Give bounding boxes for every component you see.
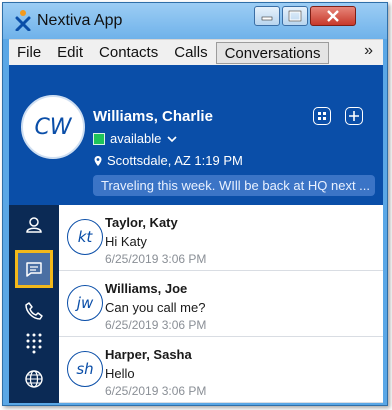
sidebar-item-conversations[interactable] [15,250,53,288]
building-button[interactable] [313,107,331,125]
contact-name: Williams, Charlie [93,108,213,125]
calls-icon [25,302,43,320]
sidebar-item-dialpad[interactable] [18,327,50,359]
location-text: Scottsdale, AZ 1:19 PM [107,153,243,168]
conversation-item[interactable]: sh Harper, Sasha Hello 6/25/2019 3:06 PM [59,337,383,403]
menu-calls[interactable]: Calls [166,42,215,64]
window-title: Nextiva App [37,12,123,29]
conversation-message: Hi Katy [105,234,147,249]
presence-label: available [110,131,162,146]
contacts-icon [26,217,42,233]
close-button[interactable] [310,6,356,26]
globe-icon [25,370,43,388]
sidebar-item-contacts[interactable] [18,209,50,241]
avatar: kt [67,219,103,255]
conversations-icon [26,262,42,277]
conversation-time: 6/25/2019 3:06 PM [105,252,207,266]
chevron-down-icon [167,135,177,142]
avatar: sh [67,351,103,387]
sidebar-item-calls[interactable] [18,295,50,327]
main-content: CW Williams, Charlie available Scottsdal… [9,65,383,403]
contact-avatar[interactable]: CW [21,95,85,159]
app-window: Nextiva App File Edit Contacts Calls Con… [2,2,388,406]
location-pin-icon [94,155,102,166]
presence-selector[interactable]: available [93,131,179,146]
menu-overflow-button[interactable]: » [364,42,373,60]
minimize-icon [261,16,273,21]
conversation-list: kt Taylor, Katy Hi Katy 6/25/2019 3:06 P… [59,205,383,403]
conversation-message: Hello [105,366,135,381]
conversation-name: Harper, Sasha [105,347,192,362]
minimize-button[interactable] [254,6,280,26]
maximize-icon [288,10,302,22]
conversation-item[interactable]: kt Taylor, Katy Hi Katy 6/25/2019 3:06 P… [59,205,383,271]
menu-file[interactable]: File [9,42,49,64]
plus-icon [349,111,359,121]
menu-contacts[interactable]: Contacts [91,42,166,64]
conversation-name: Taylor, Katy [105,215,178,230]
conversation-name: Williams, Joe [105,281,188,296]
menu-edit[interactable]: Edit [49,42,91,64]
sidebar-item-web[interactable] [18,363,50,395]
menu-bar: File Edit Contacts Calls Conversations » [9,39,383,65]
title-bar[interactable]: Nextiva App [3,3,387,39]
conversation-time: 6/25/2019 3:06 PM [105,384,207,398]
building-icon [318,112,326,120]
maximize-button[interactable] [282,6,308,26]
conversation-time: 6/25/2019 3:06 PM [105,318,207,332]
dialpad-icon [26,333,42,354]
contact-location: Scottsdale, AZ 1:19 PM [93,153,243,168]
sidebar [9,205,59,403]
nextiva-logo-icon [15,10,31,31]
add-button[interactable] [345,107,363,125]
contact-header: CW Williams, Charlie available Scottsdal… [9,65,383,205]
menu-conversations[interactable]: Conversations [215,41,330,64]
conversation-item[interactable]: jw Williams, Joe Can you call me? 6/25/2… [59,271,383,337]
close-icon [327,10,339,22]
avatar: jw [67,285,103,321]
conversation-message: Can you call me? [105,300,206,315]
presence-indicator [93,132,105,145]
status-message[interactable]: Traveling this week. WIll be back at HQ … [93,175,375,196]
